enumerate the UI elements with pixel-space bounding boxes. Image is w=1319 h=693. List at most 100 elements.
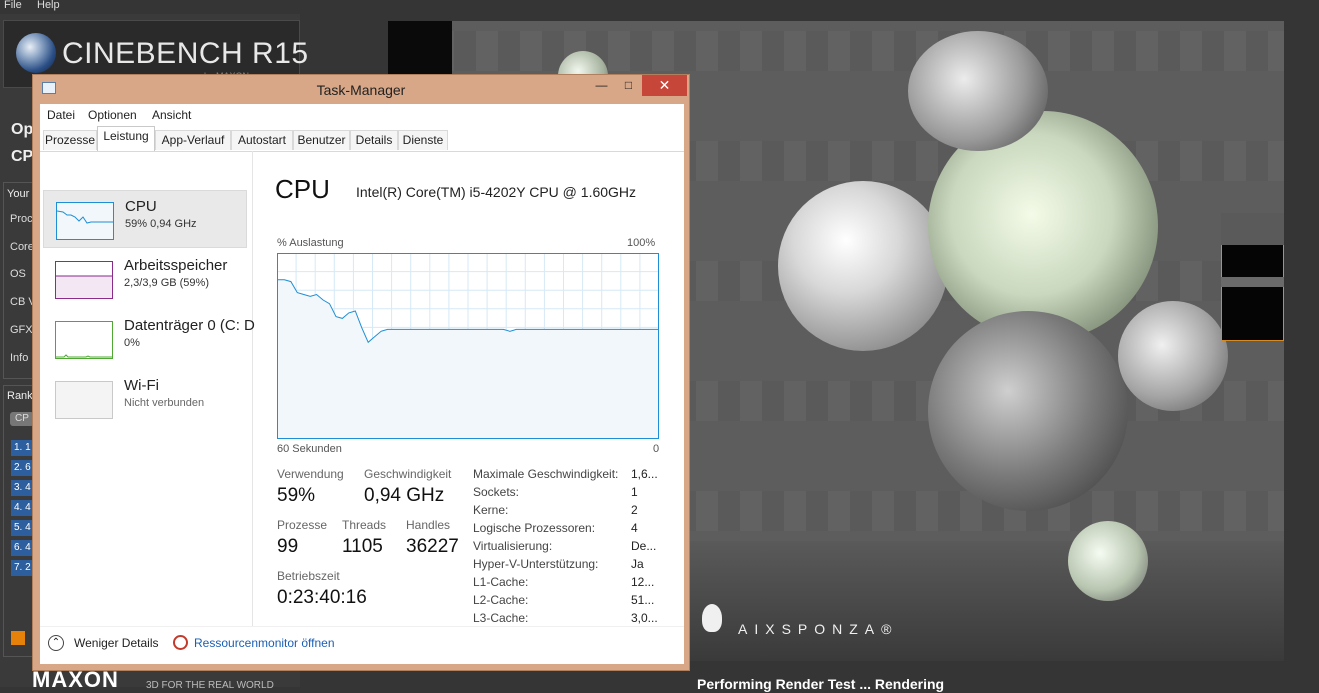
detail-label-virtualization: Virtualisierung:	[473, 539, 553, 553]
resource-monitor-link[interactable]: Ressourcenmonitor öffnen	[194, 636, 335, 650]
menu-optionen[interactable]: Optionen	[88, 108, 137, 122]
resource-name-memory: Arbeitsspeicher	[124, 257, 228, 274]
task-manager-window: Task-Manager — □ ✕ Datei Optionen Ansich…	[32, 74, 690, 671]
memory-thumbnail-graph	[55, 261, 113, 299]
your-system-label: Your	[7, 188, 30, 200]
detail-label-l2-cache: L2-Cache:	[473, 593, 529, 607]
detail-label-logical-processors: Logische Prozessoren:	[473, 521, 596, 535]
cinebench-heading-opengl: Op	[11, 121, 34, 138]
detail-label-l1-cache: L1-Cache:	[473, 575, 529, 589]
detail-value-l1-cache: 12...	[631, 575, 655, 589]
stat-label-threads: Threads	[342, 518, 387, 532]
cinebench-logo-icon	[16, 33, 56, 73]
stat-value-speed: 0,94 GHz	[364, 485, 445, 506]
render-bucket-tile	[1221, 277, 1284, 287]
detail-value-virtualization: De...	[631, 539, 657, 553]
stat-label-uptime: Betriebszeit	[277, 569, 340, 583]
cinebench-menubar: File Help	[0, 0, 1319, 14]
graph-label-duration: 60 Sekunden	[277, 443, 342, 455]
cpu-thumbnail-graph	[56, 202, 114, 240]
resource-item-memory[interactable]: Arbeitsspeicher 2,3/3,9 GB (59%)	[43, 250, 247, 308]
task-manager-titlebar[interactable]: Task-Manager — □ ✕	[33, 75, 689, 103]
graph-label-max: 100%	[627, 237, 656, 249]
render-sphere	[1068, 521, 1148, 601]
fewer-details-link[interactable]: Weniger Details	[74, 636, 158, 650]
aixsponza-logo-text: AIXSPONZA®	[738, 621, 899, 637]
cpu-utilization-graph	[277, 253, 659, 439]
detail-value-l3-cache: 3,0...	[631, 611, 658, 625]
detail-label-cores: Kerne:	[473, 503, 509, 517]
stat-value-uptime: 0:23:40:16	[277, 587, 367, 608]
disk-thumbnail-svg	[56, 354, 112, 358]
resource-item-wifi[interactable]: Wi-Fi Nicht verbunden	[43, 370, 247, 428]
tab-app-verlauf[interactable]: App-Verlauf	[155, 130, 231, 150]
cpu-thumbnail-svg	[56, 203, 113, 239]
resource-detail-memory: 2,3/3,9 GB (59%)	[124, 277, 209, 289]
detail-value-logical-processors: 4	[631, 521, 638, 535]
tab-autostart[interactable]: Autostart	[231, 130, 293, 150]
cinebench-logo-text: CINEBENCH R15	[62, 37, 309, 70]
detail-value-l2-cache: 51...	[631, 593, 655, 607]
resource-list: CPU 59% 0,94 GHz Arbeitsspeicher 2,3/3,9…	[40, 151, 255, 626]
graph-label-now: 0	[653, 443, 660, 455]
detail-label-max-speed: Maximale Geschwindigkeit:	[473, 467, 619, 481]
wallpaper-pattern	[388, 31, 1284, 71]
render-sphere	[928, 311, 1128, 511]
detail-label-l3-cache: L3-Cache:	[473, 611, 529, 625]
stat-value-processes: 99	[277, 536, 299, 557]
render-sphere	[908, 31, 1048, 151]
tab-bar: Prozesse Leistung App-Verlauf Autostart …	[40, 125, 684, 152]
system-row-os: OS	[10, 268, 26, 280]
task-manager-body: Datei Optionen Ansicht Prozesse Leistung…	[40, 104, 684, 664]
stat-label-speed: Geschwindigkeit	[364, 467, 452, 481]
resource-name-wifi: Wi-Fi	[124, 377, 159, 394]
resource-detail-disk: 0%	[124, 337, 140, 349]
stat-value-usage: 59%	[277, 485, 316, 506]
resource-name-disk: Datenträger 0 (C: D	[124, 317, 255, 334]
render-bucket-tile	[1221, 213, 1284, 245]
menu-file[interactable]: File	[4, 0, 22, 11]
menu-datei[interactable]: Datei	[47, 108, 75, 122]
tab-prozesse[interactable]: Prozesse	[43, 130, 97, 150]
detail-value-hyperv: Ja	[631, 557, 644, 571]
tab-dienste[interactable]: Dienste	[398, 130, 448, 150]
system-row-info: Info	[10, 352, 29, 364]
stat-label-handles: Handles	[406, 518, 451, 532]
task-manager-menubar: Datei Optionen Ansicht	[40, 104, 684, 124]
resource-item-cpu[interactable]: CPU 59% 0,94 GHz	[43, 190, 247, 248]
tab-details[interactable]: Details	[350, 130, 398, 150]
cpu-detail-pane: CPU Intel(R) Core(TM) i5-4202Y CPU @ 1.6…	[253, 151, 684, 626]
ranking-label: Rank	[7, 390, 33, 402]
system-row-cores: Core	[10, 241, 34, 253]
menu-help[interactable]: Help	[37, 0, 60, 11]
detail-value-max-speed: 1,6...	[631, 467, 658, 481]
aixsponza-logo-icon	[702, 604, 722, 632]
maxon-tagline: 3D FOR THE REAL WORLD	[146, 680, 274, 691]
stat-label-processes: Prozesse	[277, 518, 328, 532]
disk-thumbnail-graph	[55, 321, 113, 359]
ranking-cpu-dropdown[interactable]: CP	[10, 412, 34, 426]
resource-monitor-icon[interactable]	[173, 635, 188, 650]
stat-label-usage: Verwendung	[277, 467, 344, 481]
system-row-processor: Proc	[10, 213, 33, 225]
tab-benutzer[interactable]: Benutzer	[293, 130, 350, 150]
detail-value-cores: 2	[631, 503, 638, 517]
resource-item-disk[interactable]: Datenträger 0 (C: D 0%	[43, 310, 255, 368]
resource-name-cpu: CPU	[125, 198, 157, 215]
minimize-button[interactable]: —	[588, 75, 615, 96]
render-sphere	[778, 181, 948, 351]
render-sphere	[1118, 301, 1228, 411]
stat-value-threads: 1105	[342, 536, 383, 557]
graph-label-utilization: % Auslastung	[277, 237, 344, 249]
chevron-up-icon[interactable]: ⌃	[48, 635, 64, 651]
task-manager-footer: ⌃ Weniger Details Ressourcenmonitor öffn…	[40, 626, 684, 665]
close-button[interactable]: ✕	[642, 75, 687, 96]
memory-thumbnail-svg	[56, 275, 112, 298]
resource-detail-wifi: Nicht verbunden	[124, 397, 205, 409]
your-score-color-swatch	[11, 631, 25, 645]
tab-leistung[interactable]: Leistung	[97, 126, 155, 151]
detail-value-sockets: 1	[631, 485, 638, 499]
menu-ansicht[interactable]: Ansicht	[152, 108, 191, 122]
detail-label-sockets: Sockets:	[473, 485, 520, 499]
maximize-button[interactable]: □	[615, 75, 642, 96]
